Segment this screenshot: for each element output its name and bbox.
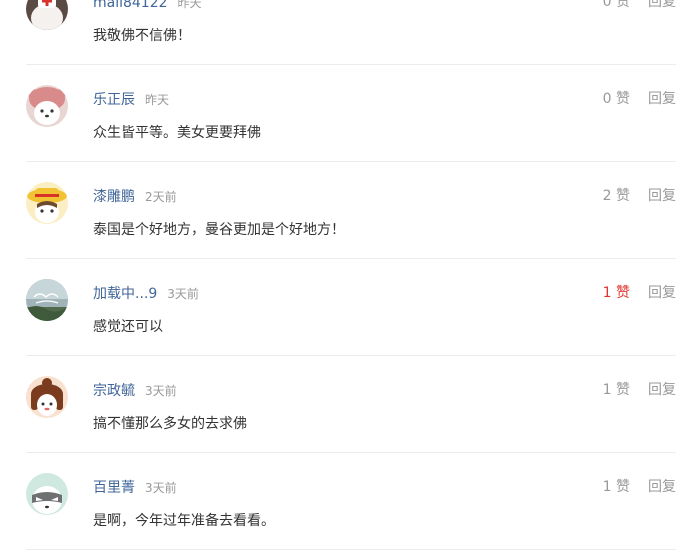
comment-actions: 2 赞 回复	[603, 186, 676, 206]
comment-actions: 0 赞 回复	[603, 0, 676, 12]
like-button[interactable]: 1 赞	[603, 382, 630, 398]
comment-meta: mali84122 昨天	[93, 0, 202, 12]
reply-button[interactable]: 回复	[648, 479, 676, 495]
comment-text: 我敬佛不信佛！	[93, 28, 191, 44]
reply-button[interactable]: 回复	[648, 382, 676, 398]
comment-text: 搞不懂那么多女的去求佛	[93, 416, 247, 432]
comment-actions: 1 赞 回复	[603, 380, 676, 400]
reply-button[interactable]: 回复	[648, 188, 676, 204]
comment-item: 宗政毓 3天前 1 赞 回复 搞不懂那么多女的去求佛	[26, 356, 676, 453]
comment-actions: 0 赞 回复	[603, 89, 676, 109]
like-button[interactable]: 0 赞	[603, 91, 630, 107]
comment-meta: 宗政毓 3天前	[93, 380, 177, 400]
comment-item: mali84122 昨天 0 赞 回复 我敬佛不信佛！	[26, 0, 676, 65]
comment-item: 百里菁 3天前 1 赞 回复 是啊，今年过年准备去看看。	[26, 453, 676, 550]
reply-button[interactable]: 回复	[648, 285, 676, 301]
comment-time: 3天前	[145, 481, 177, 495]
comment-actions: 1 赞 回复	[603, 477, 676, 497]
bear-ears-avatar-icon[interactable]	[26, 85, 68, 127]
like-button[interactable]: 1 赞	[603, 285, 630, 301]
comment-meta: 乐正辰 昨天	[93, 89, 169, 109]
username-link[interactable]: 百里菁	[93, 480, 135, 496]
nurse-cat-avatar-icon[interactable]	[26, 0, 68, 30]
comment-list: mali84122昨天 0 赞回复 我敬佛不信佛！ 乐正辰昨天 0 赞回复	[0, 0, 696, 550]
like-button[interactable]: 0 赞	[603, 0, 630, 10]
masked-avatar-icon[interactable]	[26, 473, 68, 515]
comment-text: 众生皆平等。美女更要拜佛	[93, 125, 261, 141]
comment-text: 感觉还可以	[93, 319, 163, 335]
comment-meta: 百里菁 3天前	[93, 477, 177, 497]
girl-bun-avatar-icon[interactable]	[26, 376, 68, 418]
reply-button[interactable]: 回复	[648, 0, 676, 10]
comment-time: 昨天	[145, 93, 170, 107]
comment-item: 加载中...9 3天前 1 赞 回复 感觉还可以	[26, 259, 676, 356]
comment-actions: 1 赞 回复	[603, 283, 676, 303]
username-link[interactable]: 乐正辰	[93, 92, 135, 108]
comment-meta: 漆雕鹏 2天前	[93, 186, 177, 206]
straw-hat-avatar-icon[interactable]	[26, 182, 68, 224]
comment-time: 3天前	[145, 384, 177, 398]
like-button[interactable]: 2 赞	[603, 188, 630, 204]
username-link[interactable]: 加载中...9	[93, 286, 157, 302]
comment-time: 2天前	[145, 190, 177, 204]
reply-button[interactable]: 回复	[648, 91, 676, 107]
comment-text: 泰国是个好地方，曼谷更加是个好地方！	[93, 222, 345, 238]
comment-text: 是啊，今年过年准备去看看。	[93, 513, 275, 529]
comment-item: 乐正辰 昨天 0 赞 回复 众生皆平等。美女更要拜佛	[26, 65, 676, 162]
comment-item: 漆雕鹏 2天前 2 赞 回复 泰国是个好地方，曼谷更加是个好地方！	[26, 162, 676, 259]
username-link[interactable]: mali84122	[93, 0, 168, 11]
like-button[interactable]: 1 赞	[603, 479, 630, 495]
username-link[interactable]: 宗政毓	[93, 383, 135, 399]
username-link[interactable]: 漆雕鹏	[93, 189, 135, 205]
comment-time: 3天前	[167, 287, 199, 301]
comment-time: 昨天	[177, 0, 202, 10]
comment-meta: 加载中...9 3天前	[93, 283, 199, 303]
iloveyou-photo-avatar-icon[interactable]	[26, 279, 68, 321]
